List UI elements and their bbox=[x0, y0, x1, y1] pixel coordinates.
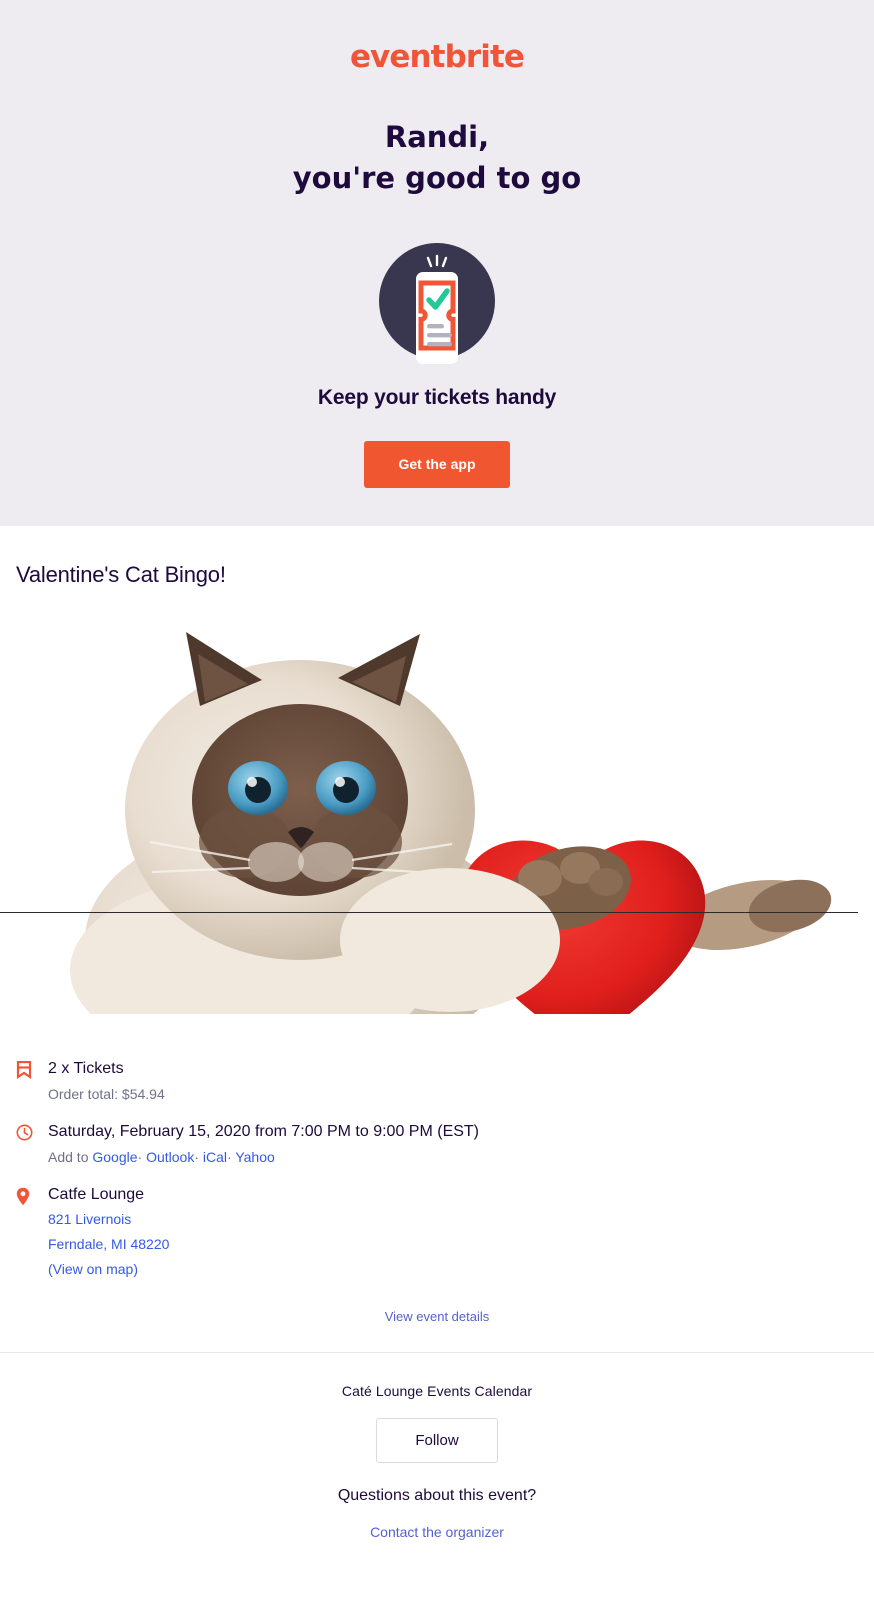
event-title: Valentine's Cat Bingo! bbox=[16, 562, 226, 587]
clock-icon bbox=[16, 1121, 48, 1141]
separator-1: · bbox=[137, 1149, 143, 1165]
venue-body: Catfe Lounge 821 Livernois Ferndale, MI … bbox=[48, 1184, 858, 1280]
cat-with-heart-photo bbox=[0, 610, 858, 1040]
greeting-line-2: you're good to go bbox=[292, 161, 582, 195]
event-image bbox=[0, 610, 858, 1040]
follow-button[interactable]: Follow bbox=[376, 1418, 498, 1463]
ticket-quantity: 2 x Tickets bbox=[48, 1060, 124, 1077]
venue-name: Catfe Lounge bbox=[48, 1186, 145, 1203]
illustration-container bbox=[0, 233, 874, 368]
organizer-name: Caté Lounge Events Calendar bbox=[341, 1383, 533, 1399]
page-title: Randi, you're good to go bbox=[0, 117, 874, 199]
event-section: Valentine's Cat Bingo! 2 x Tickets Order… bbox=[0, 526, 874, 1326]
ticket-icon bbox=[16, 1058, 48, 1079]
datetime-row: Saturday, February 15, 2020 from 7:00 PM… bbox=[16, 1121, 858, 1168]
datetime-body: Saturday, February 15, 2020 from 7:00 PM… bbox=[48, 1121, 858, 1168]
tagline: Keep your tickets handy bbox=[317, 386, 557, 409]
calendar-link-google[interactable]: Google bbox=[92, 1149, 137, 1165]
image-divider bbox=[0, 912, 858, 913]
organizer-footer: Caté Lounge Events Calendar Follow Quest… bbox=[0, 1353, 874, 1542]
view-event-details-link[interactable]: View event details bbox=[385, 1309, 490, 1324]
tickets-body: 2 x Tickets Order total: $54.94 bbox=[48, 1058, 858, 1105]
get-the-app-button[interactable]: Get the app bbox=[364, 441, 510, 488]
phone-ticket-check-illustration bbox=[379, 242, 495, 364]
venue-city-state-zip[interactable]: Ferndale, MI 48220 bbox=[48, 1233, 858, 1255]
questions-heading: Questions about this event? bbox=[337, 1487, 537, 1504]
add-to-label: Add to bbox=[48, 1149, 89, 1165]
greeting-line-1: Randi, bbox=[384, 120, 490, 154]
add-to-calendar: Add to Google· Outlook· iCal· Yahoo bbox=[48, 1146, 858, 1168]
eventbrite-logo[interactable]: eventbrite bbox=[0, 42, 874, 73]
calendar-link-yahoo[interactable]: Yahoo bbox=[235, 1149, 274, 1165]
venue-street[interactable]: 821 Livernois bbox=[48, 1208, 858, 1230]
tickets-row: 2 x Tickets Order total: $54.94 bbox=[16, 1058, 858, 1105]
hero-section: eventbrite Randi, you're good to go Keep… bbox=[0, 0, 874, 526]
separator-3: · bbox=[227, 1149, 232, 1165]
contact-organizer-link[interactable]: Contact the organizer bbox=[370, 1524, 504, 1540]
calendar-link-ical[interactable]: iCal bbox=[203, 1149, 227, 1165]
order-details: 2 x Tickets Order total: $54.94 Saturday… bbox=[16, 1040, 858, 1280]
email-body: eventbrite Randi, you're good to go Keep… bbox=[0, 0, 874, 1600]
calendar-link-outlook[interactable]: Outlook bbox=[146, 1149, 194, 1165]
location-pin-icon bbox=[16, 1184, 48, 1206]
separator-2: · bbox=[194, 1149, 200, 1165]
view-on-map-link[interactable]: (View on map) bbox=[48, 1258, 858, 1280]
venue-row: Catfe Lounge 821 Livernois Ferndale, MI … bbox=[16, 1184, 858, 1280]
event-datetime: Saturday, February 15, 2020 from 7:00 PM… bbox=[48, 1123, 480, 1140]
view-event-details-container: View event details bbox=[16, 1308, 858, 1326]
order-total: Order total: $54.94 bbox=[48, 1086, 165, 1102]
